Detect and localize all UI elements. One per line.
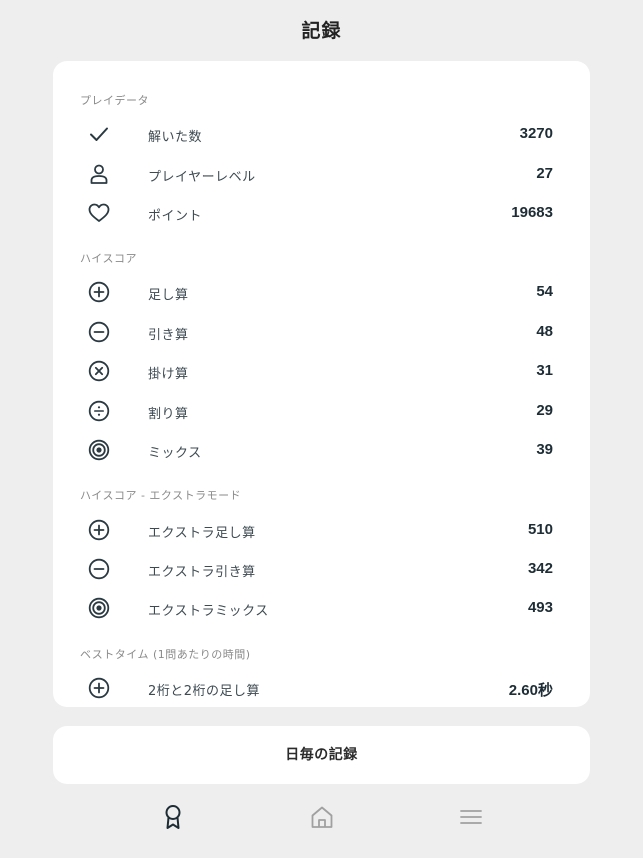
minus-circle-icon — [88, 321, 110, 343]
record-label: エクストラ足し算 — [148, 526, 256, 541]
tab-bar — [0, 800, 643, 834]
plus-circle-icon — [88, 677, 110, 699]
record-row-division: 割り算 29 — [53, 394, 590, 428]
target-icon — [88, 597, 110, 619]
record-row-mix: ミックス 39 — [53, 433, 590, 467]
record-row-extra-subtraction: エクストラ引き算 342 — [53, 552, 590, 586]
record-value: 48 — [536, 323, 553, 340]
record-value: 3270 — [519, 125, 553, 142]
record-row-subtraction: 引き算 48 — [53, 315, 590, 349]
record-value: 39 — [536, 441, 553, 458]
home-icon — [307, 802, 337, 832]
menu-icon — [456, 802, 486, 832]
record-label: プレイヤーレベル — [148, 170, 256, 185]
record-value: 510 — [527, 521, 553, 538]
record-label: ミックス — [148, 446, 202, 461]
tab-menu[interactable] — [456, 802, 486, 832]
target-icon — [88, 439, 110, 461]
record-value: 19683 — [511, 204, 553, 221]
record-row-solved-count: 解いた数 3270 — [53, 117, 590, 151]
record-row-multiplication: 掛け算 31 — [53, 354, 590, 388]
divide-circle-icon — [88, 400, 110, 422]
record-label: 解いた数 — [148, 130, 203, 145]
record-row-player-level: プレイヤーレベル 27 — [53, 157, 590, 191]
checkmark-icon — [88, 123, 110, 145]
record-value: 54 — [536, 283, 553, 300]
record-label: ポイント — [148, 209, 203, 224]
record-value: 29 — [536, 402, 553, 419]
section-header-extra: ハイスコア - エクストラモード — [80, 489, 242, 502]
record-row-extra-addition: エクストラ足し算 510 — [53, 513, 590, 547]
tab-home[interactable] — [307, 802, 337, 832]
times-circle-icon — [88, 360, 110, 382]
record-row-points: ポイント 19683 — [53, 196, 590, 230]
daily-records-button[interactable]: 日毎の記録 — [53, 726, 590, 784]
record-value: 493 — [527, 599, 553, 616]
section-header-player: プレイデータ — [80, 94, 149, 107]
record-label: 足し算 — [148, 288, 189, 303]
record-value: 342 — [527, 560, 553, 577]
minus-circle-icon — [88, 558, 110, 580]
tab-records[interactable] — [158, 802, 188, 832]
record-label: 引き算 — [148, 328, 189, 343]
record-value: 31 — [536, 362, 553, 379]
record-value: 2.60秒 — [508, 682, 553, 699]
award-icon — [158, 802, 188, 832]
person-icon — [88, 163, 110, 185]
section-header-highscore: ハイスコア — [80, 252, 137, 265]
records-card: プレイデータ 解いた数 3270 プレイヤーレベル 27 ポイント 19683 … — [53, 61, 590, 707]
plus-circle-icon — [88, 519, 110, 541]
record-label: 割り算 — [148, 407, 189, 422]
record-value: 27 — [536, 165, 553, 182]
plus-circle-icon — [88, 281, 110, 303]
page-title: 記録 — [301, 20, 342, 42]
section-header-besttime: ベストタイム (1問あたりの時間) — [80, 648, 251, 661]
record-row-2digit-addition: 2桁と2桁の足し算 2.60秒 — [53, 671, 590, 705]
heart-icon — [88, 202, 110, 224]
record-row-addition: 足し算 54 — [53, 275, 590, 309]
record-label: エクストラミックス — [148, 604, 269, 619]
record-label: 掛け算 — [148, 367, 189, 382]
record-row-extra-mix: エクストラミックス 493 — [53, 591, 590, 625]
record-label: エクストラ引き算 — [148, 565, 256, 580]
record-label: 2桁と2桁の足し算 — [148, 684, 261, 699]
